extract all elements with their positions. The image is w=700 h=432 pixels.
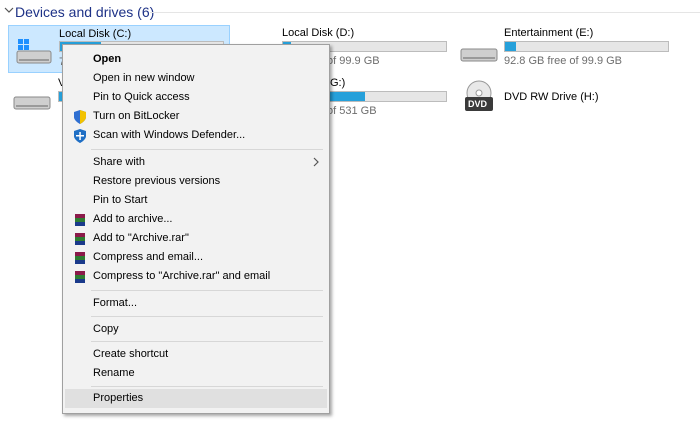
dvd-label: DVD xyxy=(468,99,488,109)
menu-item-label: Format... xyxy=(93,297,138,309)
chevron-down-icon[interactable] xyxy=(4,6,14,14)
menu-item-label: Rename xyxy=(93,367,135,379)
menu-item-label: Open xyxy=(93,53,122,65)
context-menu: Open Open in new window Pin to Quick acc… xyxy=(62,44,330,414)
menu-item-label: Properties xyxy=(93,392,144,404)
menu-item-pin-quick-access[interactable]: Pin to Quick access xyxy=(65,88,327,107)
chevron-right-icon xyxy=(313,157,319,167)
drive-name: Entertainment (E:) xyxy=(504,27,594,39)
menu-item-bitlocker[interactable]: Turn on BitLocker xyxy=(65,107,327,126)
menu-item-format[interactable]: Format... xyxy=(65,294,327,313)
drive-tile-e[interactable]: Entertainment (E:) 92.8 GB free of 99.9 … xyxy=(455,25,675,71)
menu-item-copy[interactable]: Copy xyxy=(65,320,327,339)
menu-item-label: Turn on BitLocker xyxy=(93,110,180,122)
drive-usage-fill xyxy=(505,42,516,51)
menu-item-label: Compress and email... xyxy=(93,251,204,263)
hard-drive-icon xyxy=(460,48,498,62)
menu-item-pin-to-start[interactable]: Pin to Start xyxy=(65,191,327,210)
menu-item-open-new-window[interactable]: Open in new window xyxy=(65,69,327,88)
menu-item-add-to-archive[interactable]: Add to archive... xyxy=(65,210,327,229)
drive-name: Local Disk (D:) xyxy=(282,27,355,39)
group-divider xyxy=(150,12,700,13)
menu-item-open[interactable]: Open xyxy=(65,50,327,69)
menu-separator xyxy=(91,149,323,150)
winrar-icon xyxy=(75,252,85,264)
menu-item-label: Open in new window xyxy=(93,72,195,84)
devices-and-drives-header[interactable]: Devices and drives (6) xyxy=(0,0,700,24)
menu-separator xyxy=(91,316,323,317)
menu-item-label: Pin to Quick access xyxy=(93,91,190,103)
defender-icon xyxy=(74,129,86,143)
drive-usage-bar xyxy=(504,41,669,52)
menu-item-label: Compress to "Archive.rar" and email xyxy=(93,270,271,282)
drive-free-space: of 531 GB xyxy=(327,105,377,117)
dvd-drive-icon xyxy=(465,80,493,111)
menu-item-label: Copy xyxy=(93,323,119,335)
drive-name: Local Disk (C:) xyxy=(59,28,132,40)
menu-item-properties[interactable]: Properties xyxy=(65,389,327,408)
winrar-icon xyxy=(75,271,85,283)
menu-item-rename[interactable]: Rename xyxy=(65,364,327,383)
drive-tile-h[interactable]: DVD DVD RW Drive (H:) xyxy=(455,75,675,121)
menu-item-label: Add to "Archive.rar" xyxy=(93,232,189,244)
menu-separator xyxy=(91,341,323,342)
group-title: Devices and drives (6) xyxy=(15,4,155,20)
drive-free-space: 92.8 GB free of 99.9 GB xyxy=(504,55,623,67)
menu-item-label: Scan with Windows Defender... xyxy=(93,129,246,141)
menu-item-add-to-archive-rar[interactable]: Add to "Archive.rar" xyxy=(65,229,327,248)
menu-item-scan-defender[interactable]: Scan with Windows Defender... xyxy=(65,126,327,145)
winrar-icon xyxy=(75,233,85,245)
menu-item-label: Restore previous versions xyxy=(93,175,221,187)
menu-item-label: Add to archive... xyxy=(93,213,173,225)
shield-icon xyxy=(74,110,86,124)
winrar-icon xyxy=(75,214,85,226)
menu-item-compress-rar-email[interactable]: Compress to "Archive.rar" and email xyxy=(65,267,327,286)
drive-free-space: of 99.9 GB xyxy=(327,55,380,67)
menu-item-label: Share with xyxy=(93,156,145,168)
drive-name: DVD RW Drive (H:) xyxy=(504,91,599,103)
menu-separator xyxy=(91,386,323,387)
menu-item-label: Create shortcut xyxy=(93,348,169,360)
drive-name: G:) xyxy=(330,77,346,89)
windows-drive-icon xyxy=(16,39,52,64)
menu-item-share-with[interactable]: Share with xyxy=(65,153,327,172)
menu-item-label: Pin to Start xyxy=(93,194,148,206)
menu-separator xyxy=(91,290,323,291)
menu-item-create-shortcut[interactable]: Create shortcut xyxy=(65,345,327,364)
menu-item-restore-previous[interactable]: Restore previous versions xyxy=(65,172,327,191)
hard-drive-icon xyxy=(13,96,51,110)
menu-item-compress-email[interactable]: Compress and email... xyxy=(65,248,327,267)
